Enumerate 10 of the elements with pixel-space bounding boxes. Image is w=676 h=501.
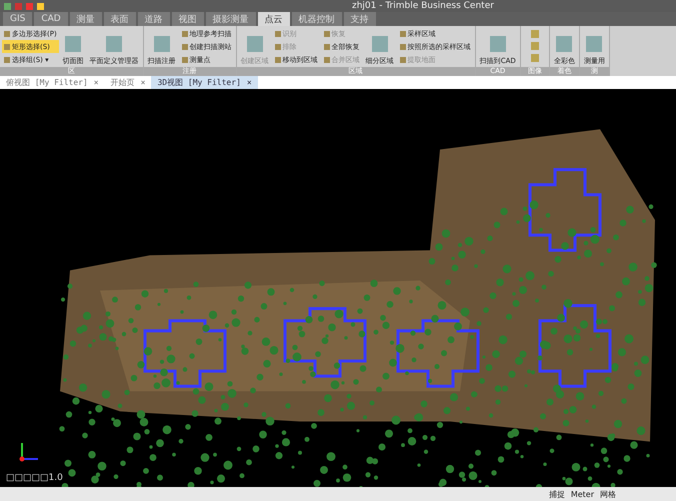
status-item[interactable]: 捕捉 bbox=[548, 488, 565, 500]
close-icon[interactable]: × bbox=[140, 78, 146, 87]
status-item[interactable]: 网格 bbox=[600, 488, 616, 500]
close-icon[interactable]: × bbox=[94, 78, 99, 87]
scale-text: □□□□□1.0 bbox=[6, 473, 63, 483]
document-tab[interactable]: 3D视图 [My Filter] × bbox=[151, 76, 258, 89]
ribbon-tab[interactable]: 点云 bbox=[258, 12, 290, 26]
close-icon[interactable]: × bbox=[246, 78, 252, 87]
window-title: zhj01 - Trimble Business Center bbox=[352, 1, 494, 11]
status-item[interactable]: Meter bbox=[570, 490, 594, 498]
